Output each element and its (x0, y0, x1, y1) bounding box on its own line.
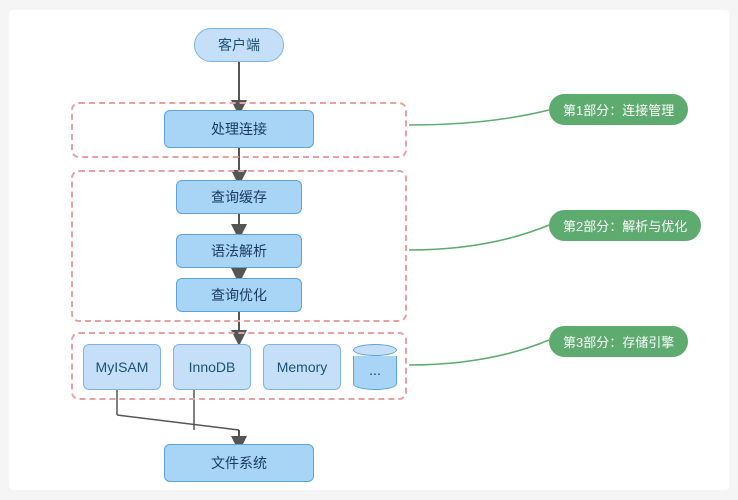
callout-part3: 第3部分：存储引擎 (549, 326, 688, 357)
cylinder-top (353, 344, 397, 356)
innodb-node: InnoDB (173, 344, 251, 390)
query-cache-node: 查询缓存 (176, 180, 302, 214)
callout-part1: 第1部分：连接管理 (549, 94, 688, 125)
memory-node: Memory (263, 344, 341, 390)
more-engines-cylinder: ... (353, 340, 397, 394)
client-node: 客户端 (194, 28, 284, 62)
query-optimize-node: 查询优化 (176, 278, 302, 312)
more-label: ... (369, 362, 381, 378)
file-system-node: 文件系统 (164, 444, 314, 482)
syntax-parse-node: 语法解析 (176, 234, 302, 268)
diagram-container: 客户端 处理连接 查询缓存 语法解析 查询优化 MyISAM InnoDB Me… (9, 10, 729, 490)
cylinder-body: ... (353, 356, 397, 384)
callout-part2: 第2部分：解析与优化 (549, 210, 701, 241)
myisam-node: MyISAM (83, 344, 161, 390)
process-conn-node: 处理连接 (164, 110, 314, 148)
